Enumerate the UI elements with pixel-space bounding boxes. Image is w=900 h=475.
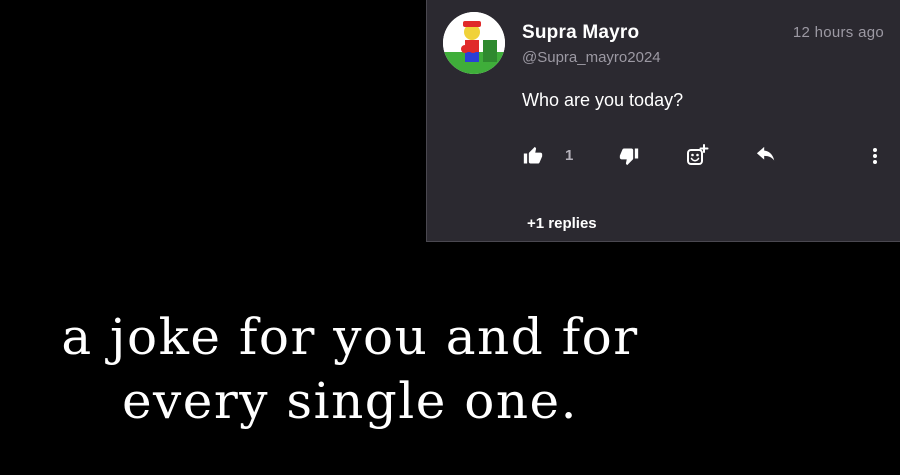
add-reaction-icon[interactable] <box>685 144 709 168</box>
thumbs-up-icon[interactable] <box>523 146 543 166</box>
thumbs-down-icon[interactable] <box>619 146 639 166</box>
avatar[interactable] <box>443 12 505 74</box>
comment-author-handle[interactable]: @Supra_mayro2024 <box>522 49 661 66</box>
comment-body: Who are you today? <box>522 90 684 110</box>
comment-timestamp: 12 hours ago <box>792 24 884 41</box>
caption-line-2: every single one. <box>121 372 579 430</box>
caption-line-1: a joke for you and for <box>61 308 639 366</box>
comment-author-name[interactable]: Supra Mayro <box>522 22 639 44</box>
view-replies-link[interactable]: +1 replies <box>527 215 597 232</box>
video-caption: a joke for you and for every single one. <box>0 305 700 433</box>
like-count: 1 <box>565 147 574 164</box>
more-icon[interactable] <box>867 146 883 166</box>
comment-card: Supra Mayro @Supra_mayro2024 12 hours ag… <box>426 0 900 242</box>
reply-icon[interactable] <box>755 146 777 166</box>
